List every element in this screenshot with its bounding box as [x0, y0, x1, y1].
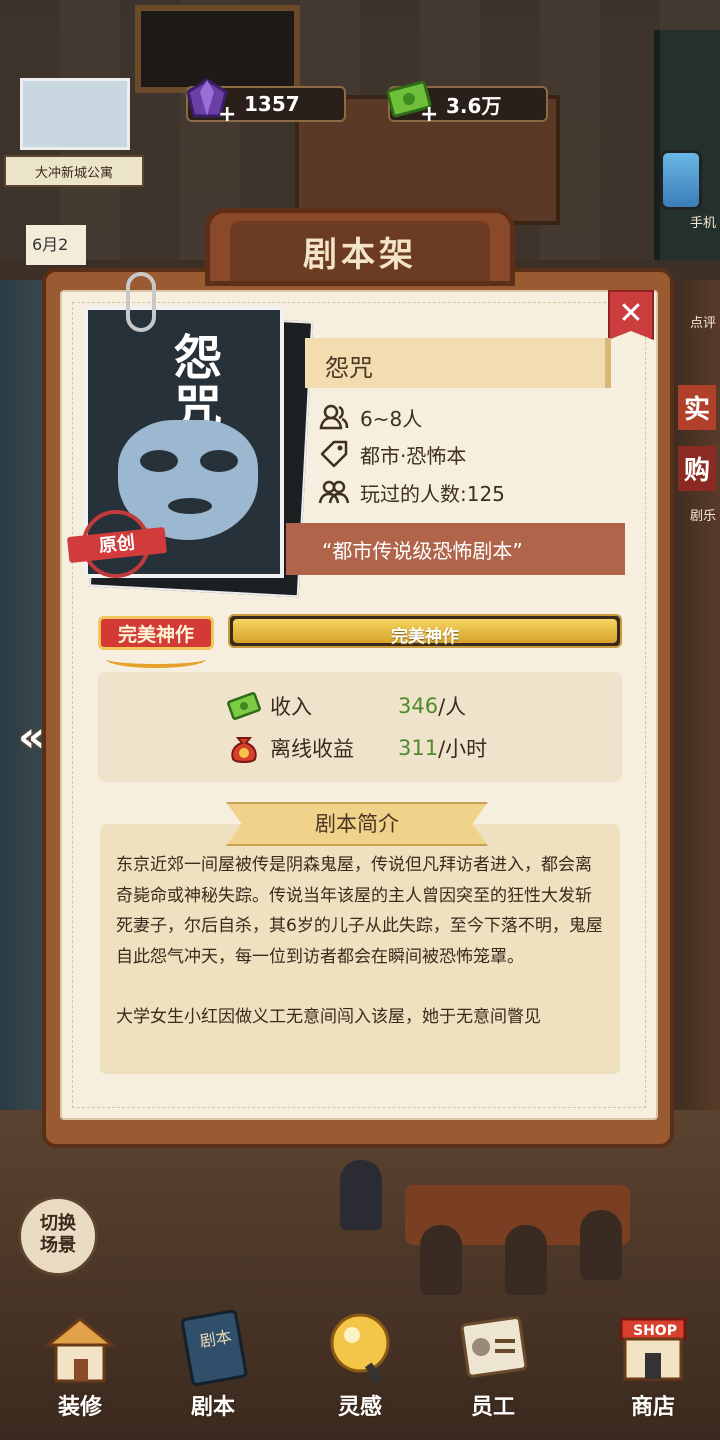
player-character[interactable]: [420, 1225, 462, 1295]
offline-income-unit: /小时: [438, 737, 488, 761]
nav-staff[interactable]: 员工: [438, 1305, 548, 1430]
income-row: 收入 346 /人: [226, 686, 466, 726]
script-tagline: “都市传说级恐怖剧本”: [286, 523, 625, 575]
switch-scene-label: 切换 场景: [40, 1213, 76, 1256]
players-icon: [319, 404, 349, 430]
previous-arrow-icon[interactable]: «: [18, 712, 74, 768]
script-name: 怨咒: [325, 354, 373, 382]
book-icon: 剧本: [180, 1309, 248, 1386]
nav-label: 员工: [470, 1395, 515, 1420]
nav-scripts[interactable]: 剧本 剧本: [158, 1305, 268, 1430]
players-row: 6~8人: [318, 400, 422, 434]
rating-bar-label: 完美神作: [391, 627, 459, 647]
house-icon: [43, 1317, 117, 1383]
nav-label: 剧本: [190, 1395, 235, 1420]
player-character[interactable]: [505, 1225, 547, 1295]
phone-label: 手机: [689, 216, 716, 231]
dialog-header: 剧本架: [205, 208, 515, 286]
offline-income-row: 离线收益 311 /小时: [226, 728, 487, 768]
summary-title: 剧本简介: [226, 802, 488, 846]
add-cash-icon[interactable]: +: [420, 102, 438, 127]
player-character[interactable]: [580, 1210, 622, 1280]
rating-badge: 完美神作: [90, 612, 222, 668]
group-icon: [318, 480, 350, 504]
summary-paragraph: 东京近郊一间屋被传是阴森鬼屋，传说但凡拜访者进入，都会离奇毙命或神秘失踪。传说当…: [116, 855, 603, 967]
review-label[interactable]: 点评: [690, 312, 716, 331]
summary-text[interactable]: 东京近郊一间屋被传是阴森鬼屋，传说但凡拜访者进入，都会离奇毙命或神秘失踪。传说当…: [116, 850, 608, 1060]
nav-shop[interactable]: SHOP 商店: [598, 1305, 708, 1430]
add-gem-icon[interactable]: +: [218, 102, 236, 127]
bulb-icon: [330, 1313, 390, 1384]
gem-amount: 1357: [244, 92, 300, 116]
real-button[interactable]: 实: [677, 385, 716, 430]
cash-icon: [227, 692, 261, 720]
played-row: 玩过的人数:125: [318, 475, 505, 509]
income-label: 收入: [270, 695, 312, 719]
cash-counter[interactable]: + 3.6万: [386, 80, 548, 127]
stamp-label: 原创: [66, 526, 168, 564]
dialog-title: 剧本架: [230, 221, 490, 281]
buy-button[interactable]: 购: [677, 446, 716, 491]
script-name-ribbon: 怨咒: [305, 338, 611, 388]
played-count: 玩过的人数:125: [360, 481, 505, 506]
original-stamp: 原创: [66, 510, 168, 580]
rating-badge-label: 完美神作: [98, 616, 214, 650]
cover-title: 怨咒: [165, 332, 221, 432]
nav-decorate[interactable]: 装修: [25, 1305, 135, 1430]
svg-text:SHOP: SHOP: [633, 1323, 677, 1339]
fun-label: 剧乐: [689, 509, 716, 524]
offline-income-label: 离线收益: [270, 737, 354, 761]
nav-label: 灵感: [337, 1395, 382, 1420]
offline-income-value: 311: [398, 736, 439, 760]
location-thumbnail[interactable]: [20, 78, 130, 150]
switch-scene-button[interactable]: 切换 场景: [18, 1196, 98, 1276]
staff-character[interactable]: [340, 1160, 382, 1230]
phone-icon[interactable]: [660, 150, 702, 210]
calendar-date: 6月2: [26, 225, 86, 265]
shop-icon: SHOP: [619, 1317, 687, 1381]
summary-paragraph: 大学女生小红因做义工无意间闯入该屋，她于无意间瞥见: [116, 1007, 541, 1027]
nav-inspiration[interactable]: 灵感: [305, 1305, 415, 1430]
gem-counter[interactable]: + 1357: [186, 78, 346, 127]
tag-icon: [320, 440, 348, 468]
rating-progress-bar: 完美神作: [228, 614, 622, 648]
rating-progress-fill: 完美神作: [233, 619, 617, 647]
laurel-icon: [106, 650, 206, 668]
income-unit: /人: [438, 695, 467, 719]
nav-label: 装修: [57, 1395, 102, 1420]
badge-icon: [460, 1316, 528, 1378]
nav-label: 商店: [630, 1395, 675, 1420]
script-genre: 都市·恐怖本: [360, 443, 467, 468]
cash-amount: 3.6万: [446, 93, 502, 118]
location-label[interactable]: 大冲新城公寓: [4, 155, 144, 187]
players-count: 6~8人: [360, 406, 423, 431]
money-bag-icon: [231, 737, 257, 763]
paperclip-icon: [126, 272, 156, 332]
income-value: 346: [398, 694, 439, 718]
genre-row: 都市·恐怖本: [318, 437, 466, 471]
